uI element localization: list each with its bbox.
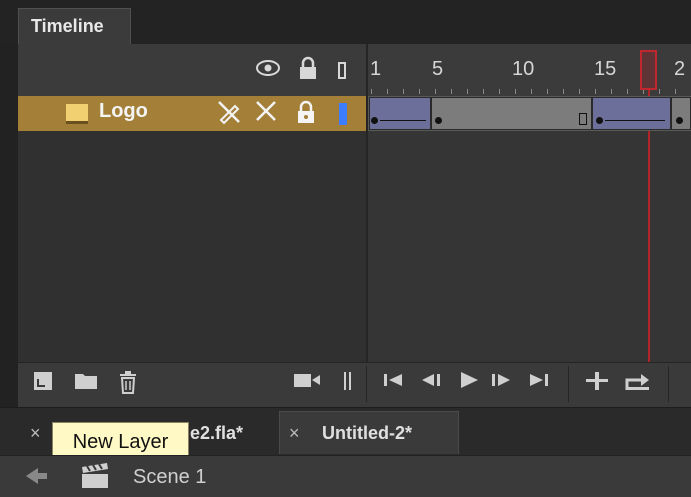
delete-icon[interactable] (117, 370, 139, 400)
ruler-tick (435, 89, 436, 94)
timeline-header (18, 44, 691, 96)
new-folder-icon[interactable] (74, 370, 98, 396)
frames-area (368, 96, 691, 362)
lock-icon[interactable] (299, 56, 317, 86)
playhead-handle[interactable] (640, 50, 657, 90)
ruler-tick (467, 89, 468, 94)
ruler-tick (531, 89, 532, 94)
pause-bars-icon[interactable] (343, 370, 353, 398)
ruler-tick (659, 89, 660, 94)
camera-icon[interactable] (293, 370, 321, 396)
ruler-label: 1 (370, 58, 382, 80)
ruler-tick (371, 89, 372, 94)
ruler-tick (547, 89, 548, 94)
layer-icon (66, 104, 88, 124)
tab-timeline[interactable]: Timeline (18, 8, 131, 44)
static-frames-span[interactable] (671, 97, 691, 130)
ruler-tick (387, 89, 388, 94)
toolbar-separator (568, 366, 569, 402)
ruler-tick (675, 89, 676, 94)
ruler-label: 15 (594, 58, 617, 80)
outline-icon[interactable] (338, 62, 346, 79)
back-arrow-icon[interactable] (37, 473, 47, 479)
clapperboard-icon (80, 463, 112, 489)
go-first-icon[interactable] (382, 370, 404, 396)
close-tab-icon[interactable]: × (289, 423, 300, 444)
left-edge (0, 44, 18, 407)
motion-tween-span[interactable] (369, 97, 431, 130)
pencil-off-icon[interactable] (216, 99, 242, 131)
ruler-tick (579, 89, 580, 94)
new-layer-icon[interactable] (32, 370, 54, 398)
toolbar-separator (366, 366, 367, 402)
tween-arrow (605, 120, 665, 121)
loop-icon[interactable] (624, 370, 652, 398)
ruler-tick (499, 89, 500, 94)
ruler-label: 2 (674, 58, 686, 80)
motion-tween-span[interactable] (592, 97, 671, 130)
empty-keyframe[interactable] (579, 113, 587, 125)
ruler-tick (515, 89, 516, 94)
static-frames-span[interactable] (431, 97, 592, 130)
keyframe[interactable] (676, 117, 683, 124)
eye-icon[interactable] (256, 58, 280, 84)
ruler-tick (595, 89, 596, 94)
tab-timeline-label: Timeline (31, 16, 104, 36)
ruler-label: 10 (512, 58, 535, 80)
lock-icon[interactable] (296, 99, 316, 131)
tooltip-text: New Layer (72, 430, 169, 453)
ruler-tick (611, 89, 612, 94)
ruler-tick (483, 89, 484, 94)
ruler-tick (563, 89, 564, 94)
ruler-tick (403, 89, 404, 94)
play-icon[interactable] (458, 370, 480, 396)
layer-color-swatch[interactable] (339, 103, 347, 125)
close-icon[interactable] (254, 99, 278, 129)
keyframe[interactable] (371, 117, 378, 124)
step-forward-icon[interactable] (490, 370, 512, 396)
ruler-tick (419, 89, 420, 94)
toolbar-separator (668, 366, 669, 402)
ruler-label: 5 (432, 58, 444, 80)
panel-divider[interactable] (366, 44, 368, 407)
ruler-tick (627, 89, 628, 94)
layers-list (18, 96, 366, 362)
layer-name[interactable]: Logo (99, 100, 148, 123)
center-frame-icon[interactable] (585, 370, 609, 398)
keyframe[interactable] (596, 117, 603, 124)
step-back-icon[interactable] (420, 370, 442, 396)
doc-tab-label[interactable]: e2.fla* (190, 423, 243, 444)
ruler-tick (451, 89, 452, 94)
doc-tab-label[interactable]: Untitled-2* (322, 423, 412, 444)
tween-arrow (380, 120, 426, 121)
scene-label[interactable]: Scene 1 (133, 466, 206, 489)
go-last-icon[interactable] (528, 370, 550, 396)
close-tab-icon[interactable]: × (30, 423, 41, 444)
keyframe[interactable] (435, 117, 442, 124)
